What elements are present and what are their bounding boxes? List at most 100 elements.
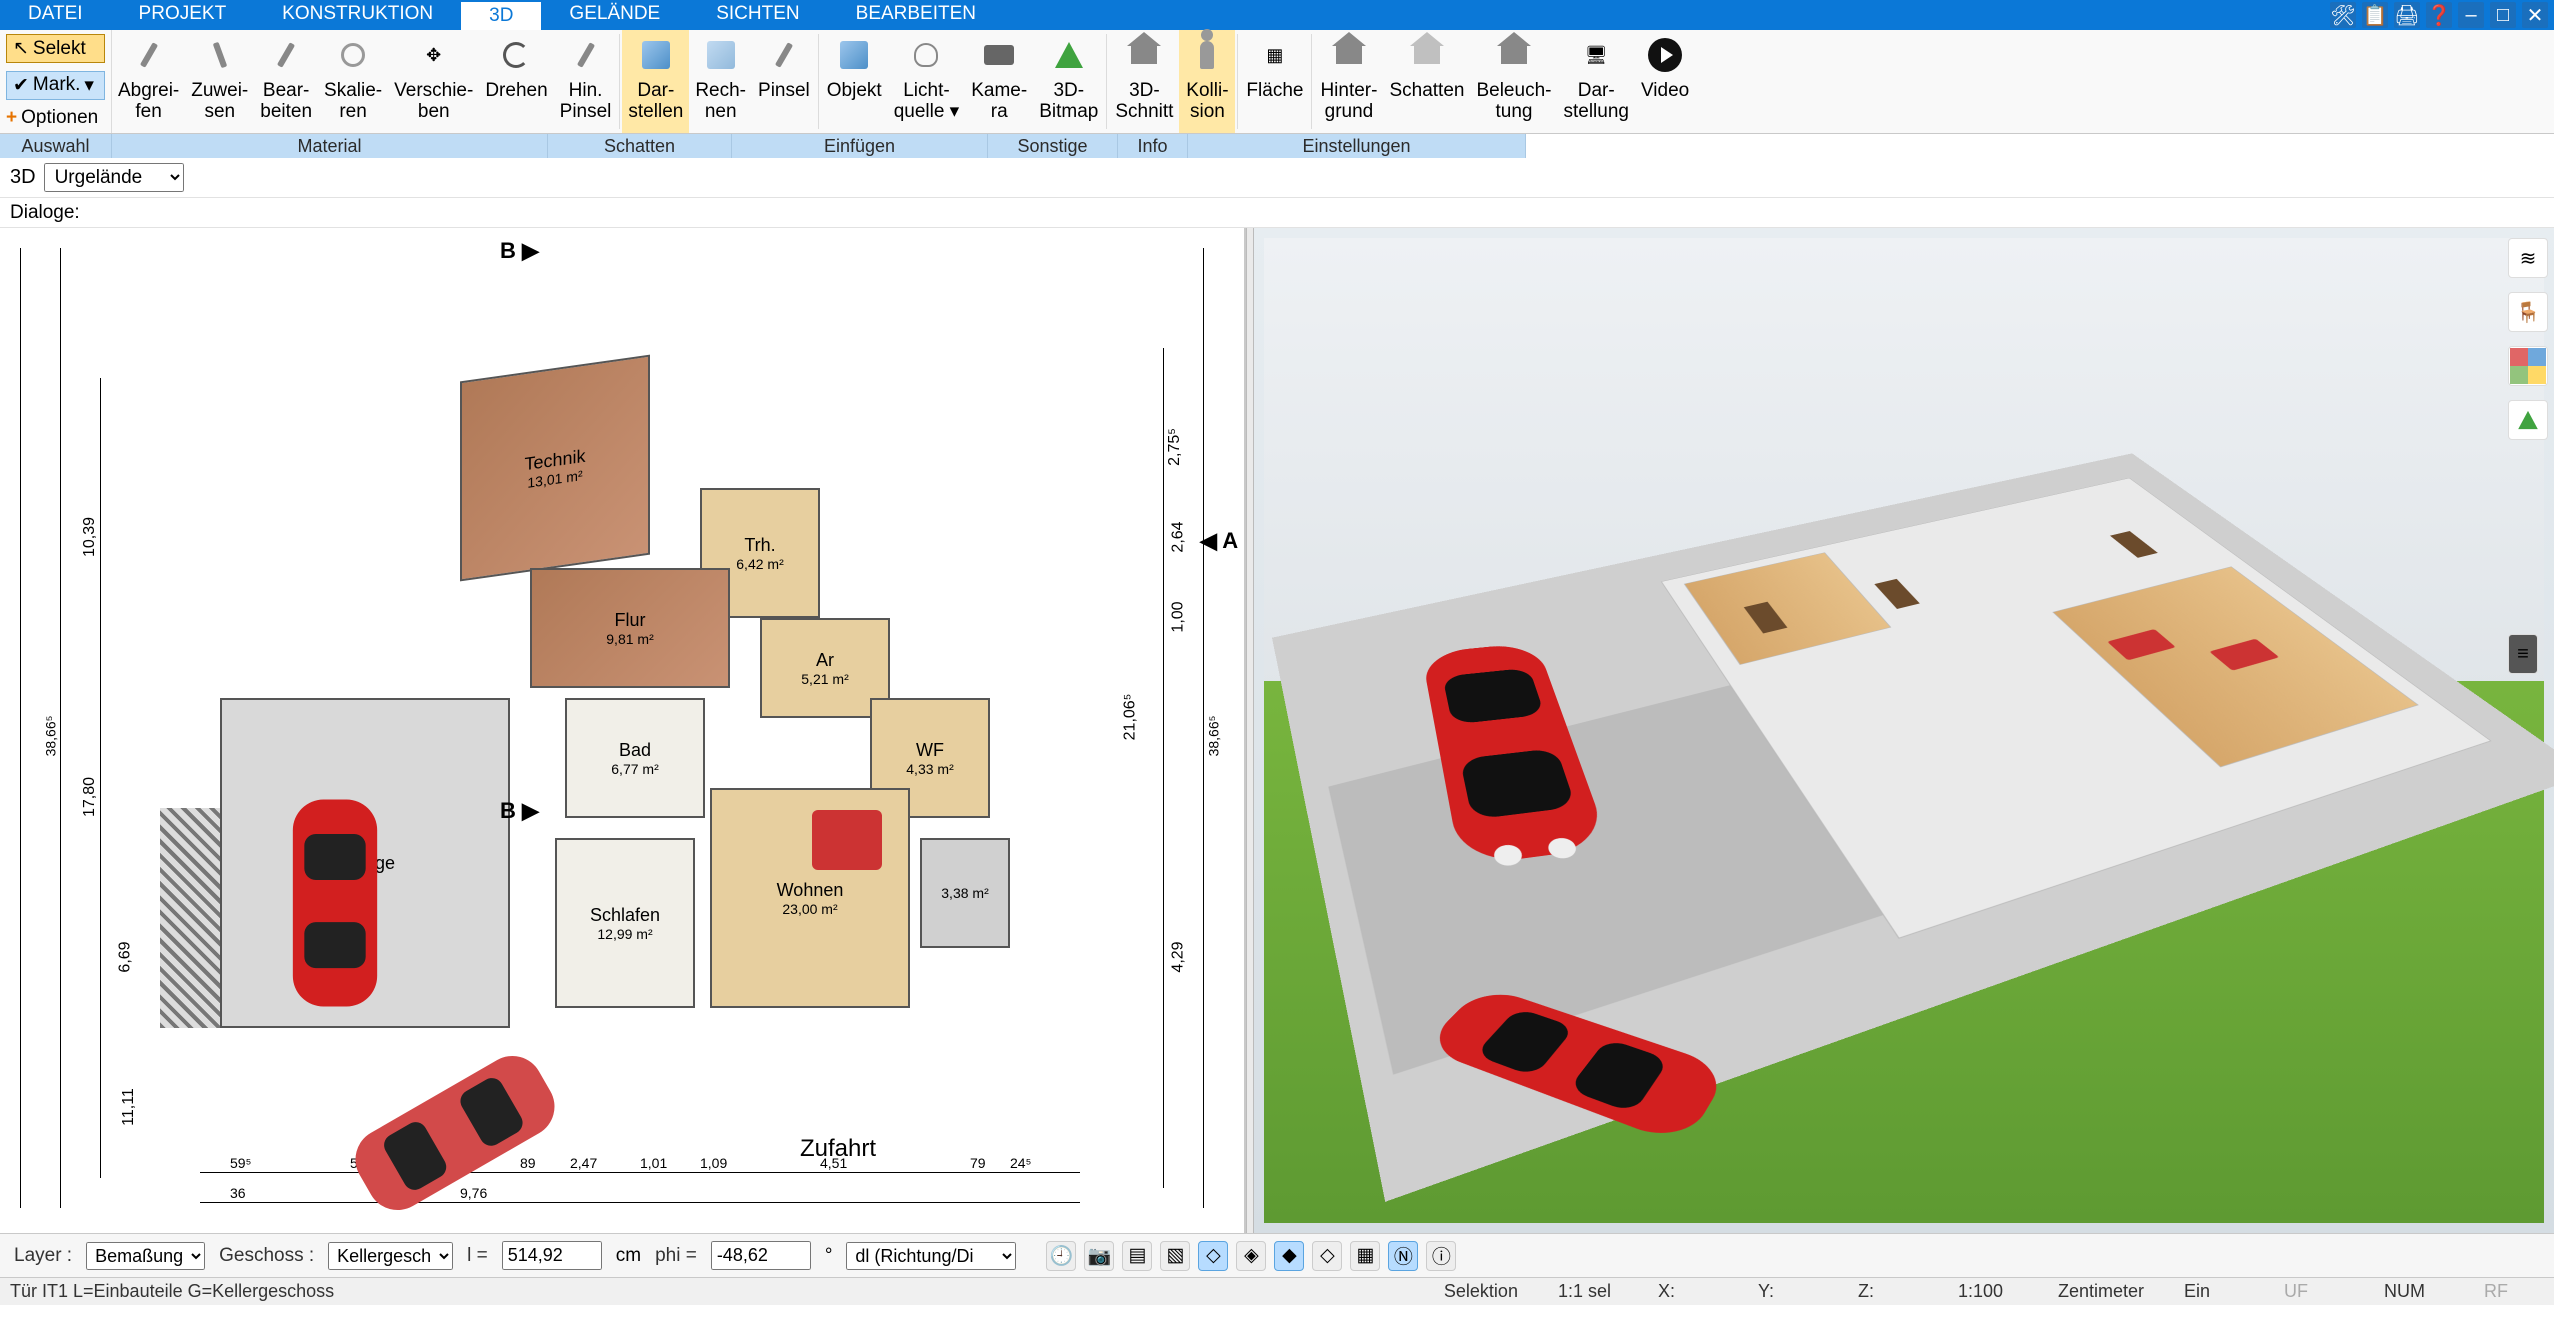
print-icon[interactable]: 🖨 (2394, 2, 2420, 28)
status-y: Y: (1758, 1281, 1818, 1302)
room-technik[interactable]: Technik13,01 m² (460, 355, 650, 582)
darstellung-button[interactable]: 🖥Dar-stellung (1557, 30, 1635, 133)
snap1-icon[interactable]: ◇ (1198, 1241, 1228, 1271)
tab-konstruktion[interactable]: KONSTRUKTION (254, 0, 461, 30)
dim-bot-9: 36 (230, 1185, 246, 1201)
dialog-bar: Dialoge: (0, 198, 2554, 228)
flaeche-button[interactable]: ▦Fläche (1240, 30, 1309, 133)
tab-bearbeiten[interactable]: BEARBEITEN (828, 0, 1004, 30)
phi-label: phi = (655, 1245, 697, 1267)
dim-right-5: 4,29 (1169, 941, 1187, 972)
optionen-button[interactable]: + Optionen (6, 107, 105, 129)
kollision-button[interactable]: Kolli-sion (1179, 30, 1235, 133)
pane-splitter[interactable] (1246, 228, 1254, 1233)
tab-datei[interactable]: DATEI (0, 0, 111, 30)
geschoss-select[interactable]: Kellergesch (328, 1242, 453, 1270)
dialog-label: Dialoge: (10, 202, 80, 224)
room-338[interactable]: 3,38 m² (920, 838, 1010, 948)
mark-button[interactable]: ✔ Mark. ▾ (6, 71, 105, 100)
dim-left-3: 6,69 (117, 941, 135, 972)
status-uf: UF (2284, 1281, 2344, 1302)
clipboard-icon[interactable]: 📋 (2362, 2, 2388, 28)
l-label: l = (467, 1245, 488, 1267)
status-num: NUM (2384, 1281, 2444, 1302)
l-input[interactable] (502, 1241, 602, 1270)
view-selector-bar: 3D Urgelände (0, 158, 2554, 198)
plan-car-zufahrt (323, 1019, 587, 1233)
palette-icon[interactable]: ▧ (1160, 1241, 1190, 1271)
north-icon[interactable]: Ⓝ (1388, 1241, 1418, 1271)
schnitt3d-button[interactable]: 3D-Schnitt (1109, 30, 1179, 133)
darstellen-button[interactable]: Dar-stellen (622, 30, 689, 133)
rechnen-button[interactable]: Rech-nen (689, 30, 752, 133)
layer-label: Layer : (14, 1245, 72, 1267)
pinsel-button[interactable]: Pinsel (752, 30, 816, 133)
hinpinsel-button[interactable]: Hin.Pinsel (554, 30, 618, 133)
tools-icon[interactable]: 🛠 (2330, 2, 2356, 28)
layer-select[interactable]: Bemaßung (86, 1242, 205, 1270)
dl-select[interactable]: dl (Richtung/Di (846, 1242, 1016, 1270)
status-x: X: (1658, 1281, 1718, 1302)
status-z: Z: (1858, 1281, 1918, 1302)
3d-view-pane[interactable]: ≋ 🪑 ≡ (1254, 228, 2554, 1233)
group-einstellungen: Einstellungen (1188, 134, 1526, 158)
expand-handle-icon[interactable]: ≡ (2508, 634, 2538, 674)
maximize-icon[interactable]: □ (2490, 2, 2516, 28)
zufahrt-label: Zufahrt (800, 1135, 876, 1163)
video-button[interactable]: Video (1635, 30, 1695, 133)
room-flur[interactable]: Flur9,81 m² (530, 568, 730, 688)
status-scale: 1:100 (1958, 1281, 2018, 1302)
snap2-icon[interactable]: ◈ (1236, 1241, 1266, 1271)
color-swatch-icon[interactable] (2508, 346, 2548, 386)
selekt-button[interactable]: ↖ Selekt (6, 34, 105, 63)
ribbon: ↖ Selekt ✔ Mark. ▾ + Optionen Abgrei-fen… (0, 30, 2554, 134)
beleuchtung-button[interactable]: Beleuch-tung (1470, 30, 1557, 133)
plan-car-garage (275, 788, 395, 1018)
info-icon[interactable]: ⓘ (1426, 1241, 1456, 1271)
zuweisen-button[interactable]: Zuwei-sen (185, 30, 254, 133)
skalieren-button[interactable]: Skalie-ren (318, 30, 388, 133)
close-icon[interactable]: ✕ (2522, 2, 2548, 28)
floorplan-pane[interactable]: 10,39 17,80 6,69 11,11 38,66⁵ 2,75⁵ 2,64… (0, 228, 1246, 1233)
bitmap3d-button[interactable]: 3D-Bitmap (1033, 30, 1104, 133)
3d-right-toolbar: ≋ 🪑 ≡ (2508, 238, 2548, 674)
bearbeiten-button[interactable]: Bear-beiten (254, 30, 318, 133)
tab-projekt[interactable]: PROJEKT (111, 0, 255, 30)
hintergrund-button[interactable]: Hinter-grund (1314, 30, 1383, 133)
drehen-button[interactable]: Drehen (479, 30, 553, 133)
layers2-icon[interactable]: ▤ (1122, 1241, 1152, 1271)
tree-icon[interactable] (2508, 400, 2548, 440)
dim-right-1: 2,75⁵ (1166, 428, 1184, 466)
kamera-button[interactable]: Kame-ra (965, 30, 1033, 133)
snap3-icon[interactable]: ◆ (1274, 1241, 1304, 1271)
group-sonstige: Sonstige (988, 134, 1118, 158)
tab-3d[interactable]: 3D (461, 0, 541, 30)
minimize-icon[interactable]: – (2458, 2, 2484, 28)
tab-sichten[interactable]: SICHTEN (688, 0, 827, 30)
chair-icon[interactable]: 🪑 (2508, 292, 2548, 332)
menu-bar: DATEI PROJEKT KONSTRUKTION 3D GELÄNDE SI… (0, 0, 2554, 30)
room-schlafen[interactable]: Schlafen12,99 m² (555, 838, 695, 1008)
room-wohnen[interactable]: Wohnen23,00 m² (710, 788, 910, 1008)
verschieben-button[interactable]: ✥Verschie-ben (388, 30, 479, 133)
status-unit: Zentimeter (2058, 1281, 2144, 1302)
clock-icon[interactable]: 🕘 (1046, 1241, 1076, 1271)
layers-icon[interactable]: ≋ (2508, 238, 2548, 278)
grid-icon[interactable]: ▦ (1350, 1241, 1380, 1271)
help-icon[interactable]: ❓ (2426, 2, 2452, 28)
room-bad[interactable]: Bad6,77 m² (565, 698, 705, 818)
tab-gelaende[interactable]: GELÄNDE (541, 0, 688, 30)
schatten-einst-button[interactable]: Schatten (1383, 30, 1470, 133)
lichtquelle-button[interactable]: Licht-quelle ▾ (888, 30, 966, 133)
objekt-button[interactable]: Objekt (821, 30, 888, 133)
dim-bot-5: 1,09 (700, 1155, 727, 1171)
phi-input[interactable] (711, 1241, 811, 1270)
camera-icon[interactable]: 📷 (1084, 1241, 1114, 1271)
dim-right-2: 2,64 (1169, 521, 1187, 552)
bottom-input-bar: Layer : Bemaßung Geschoss : Kellergesch … (0, 1233, 2554, 1277)
abgreifen-button[interactable]: Abgrei-fen (112, 30, 185, 133)
snap4-icon[interactable]: ◇ (1312, 1241, 1342, 1271)
l-unit: cm (616, 1245, 641, 1267)
view-select[interactable]: Urgelände (44, 163, 184, 192)
dim-right-3: 1,00 (1169, 601, 1187, 632)
